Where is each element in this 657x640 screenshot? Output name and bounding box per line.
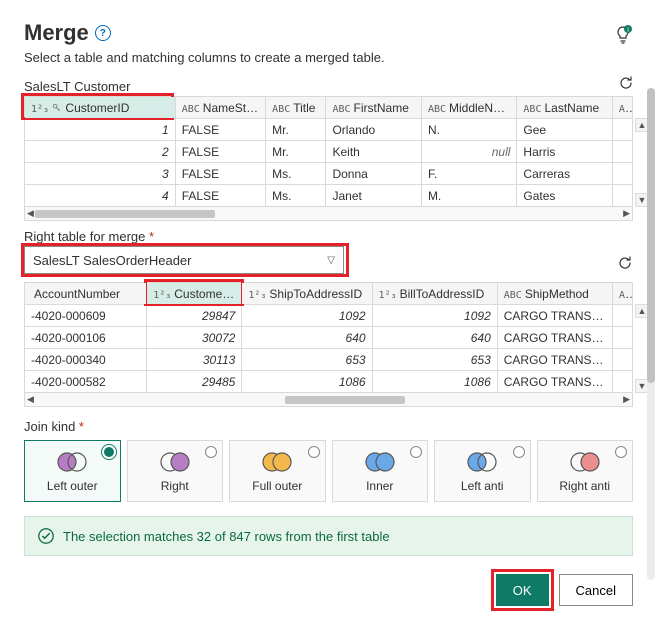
hscrollbar[interactable]: ◀▶ — [24, 393, 633, 407]
col-customerid[interactable]: 1²₃ CustomerID — [25, 97, 176, 119]
join-kind-label: Join kind — [24, 419, 633, 434]
help-icon[interactable]: ? — [95, 25, 111, 41]
venn-icon — [363, 451, 397, 473]
tips-icon[interactable]: 1 — [613, 25, 633, 45]
table2: AccountNumber 1²₃CustomerID 1²₃ShipToAdd… — [24, 282, 633, 393]
cancel-button[interactable]: Cancel — [559, 574, 633, 606]
col-firstname[interactable]: ABCFirstName — [326, 97, 421, 119]
venn-icon — [158, 451, 192, 473]
right-table-dropdown[interactable]: SalesLT SalesOrderHeader ▽ — [24, 246, 344, 274]
page-title: Merge — [24, 20, 89, 46]
col-shipmethod[interactable]: ABCShipMethod — [497, 283, 612, 305]
ok-button[interactable]: OK — [496, 574, 549, 606]
join-option-left-anti[interactable]: Left anti — [434, 440, 531, 502]
col-middlename[interactable]: ABCMiddleName — [421, 97, 516, 119]
table-row[interactable]: -4020-00034030113653653CARGO TRANSPO… — [25, 349, 633, 371]
venn-icon — [568, 451, 602, 473]
refresh-icon[interactable] — [617, 255, 633, 274]
join-option-right[interactable]: Right — [127, 440, 224, 502]
col-more[interactable]: ABC — [612, 97, 632, 119]
col-accountnumber[interactable]: AccountNumber — [25, 283, 147, 305]
chevron-down-icon: ▽ — [327, 255, 335, 266]
refresh-icon[interactable] — [617, 74, 635, 92]
status-bar: The selection matches 32 of 847 rows fro… — [24, 516, 633, 556]
join-option-left-outer[interactable]: Left outer — [24, 440, 121, 502]
join-option-right-anti[interactable]: Right anti — [537, 440, 634, 502]
join-label: Right anti — [559, 479, 610, 493]
join-label: Inner — [366, 479, 393, 493]
join-option-full-outer[interactable]: Full outer — [229, 440, 326, 502]
table-row[interactable]: 2FALSEMr.KeithnullHarris — [25, 141, 633, 163]
check-icon — [37, 527, 55, 545]
col-billtoaddressid[interactable]: 1²₃BillToAddressID — [372, 283, 497, 305]
join-label: Left outer — [47, 479, 98, 493]
right-table-label: Right table for merge — [24, 229, 633, 244]
table-row[interactable]: 1FALSEMr.OrlandoN.Gee — [25, 119, 633, 141]
join-label: Left anti — [461, 479, 504, 493]
dialog-scrollbar[interactable] — [647, 88, 655, 580]
join-label: Full outer — [252, 479, 302, 493]
table-row[interactable]: 4FALSEMs.JanetM.Gates — [25, 185, 633, 207]
col-lastname[interactable]: ABCLastName — [517, 97, 612, 119]
venn-icon — [55, 451, 89, 473]
col-namestyle[interactable]: ABCNameStyle — [175, 97, 265, 119]
status-text: The selection matches 32 of 847 rows fro… — [63, 529, 390, 544]
join-label: Right — [161, 479, 189, 493]
col-shiptoaddressid[interactable]: 1²₃ShipToAddressID — [242, 283, 372, 305]
col-title[interactable]: ABCTitle — [266, 97, 326, 119]
table-row[interactable]: 3FALSEMs.DonnaF.Carreras — [25, 163, 633, 185]
col-customerid2[interactable]: 1²₃CustomerID — [147, 283, 242, 305]
table2-container: AccountNumber 1²₃CustomerID 1²₃ShipToAdd… — [24, 282, 633, 407]
page-subtitle: Select a table and matching columns to c… — [24, 50, 633, 65]
venn-icon — [260, 451, 294, 473]
svg-text:1: 1 — [627, 28, 630, 34]
table-row[interactable]: -4020-0005822948510861086CARGO TRANSPO… — [25, 371, 633, 393]
hscrollbar[interactable]: ◀▶ — [24, 207, 633, 221]
col-more2[interactable]: ABC — [612, 283, 632, 305]
table-row[interactable]: -4020-0006092984710921092CARGO TRANSPO… — [25, 305, 633, 327]
table1: 1²₃ CustomerID ABCNameStyle ABCTitle ABC… — [24, 96, 633, 207]
table1-name: SalesLT Customer — [24, 79, 633, 94]
join-option-inner[interactable]: Inner — [332, 440, 429, 502]
table-row[interactable]: -4020-00010630072640640CARGO TRANSPO… — [25, 327, 633, 349]
venn-icon — [465, 451, 499, 473]
join-kind-options: Left outer Right Full outer Inner Left a… — [24, 440, 633, 502]
table1-container: 1²₃ CustomerID ABCNameStyle ABCTitle ABC… — [24, 96, 633, 221]
dropdown-value: SalesLT SalesOrderHeader — [33, 253, 192, 268]
